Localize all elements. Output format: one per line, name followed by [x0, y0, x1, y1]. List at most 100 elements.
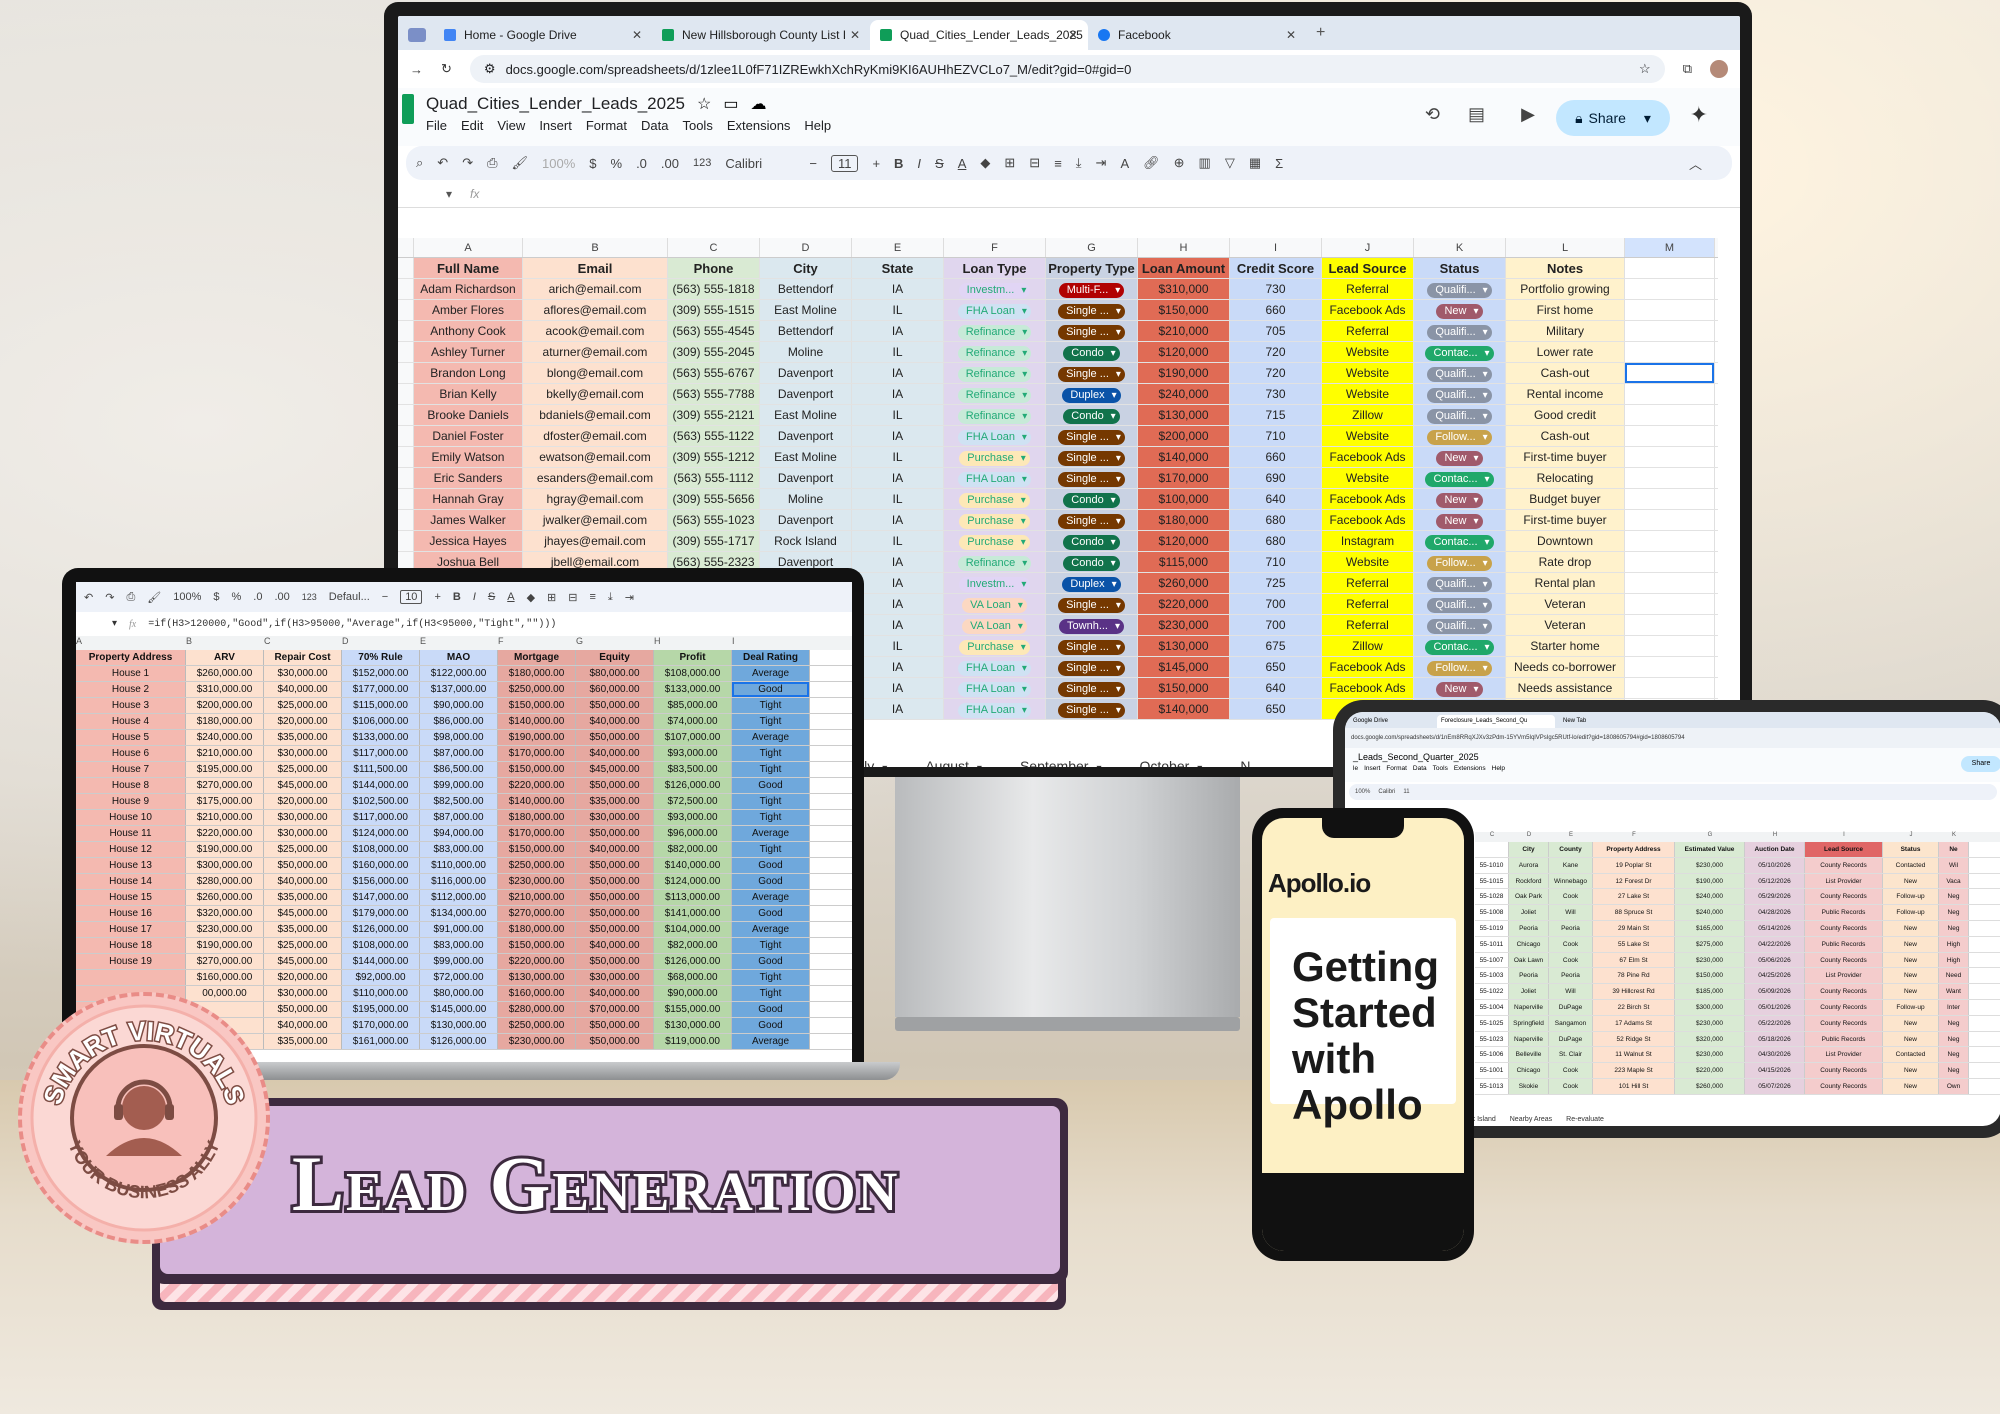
cell[interactable]: Investm... — [944, 573, 1046, 593]
cell[interactable]: $133,000.00 — [654, 682, 732, 697]
cell[interactable]: $155,000.00 — [654, 1002, 732, 1017]
menu-format[interactable]: Format — [586, 118, 627, 133]
cell[interactable]: Kane — [1549, 857, 1593, 873]
cell[interactable]: Good — [732, 682, 810, 697]
cell[interactable]: $150,000 — [1138, 300, 1230, 320]
status-chip[interactable]: New — [1436, 451, 1483, 466]
cell[interactable]: 55-1001 — [1475, 1063, 1509, 1078]
cell[interactable]: Tight — [732, 986, 810, 1001]
column-letter[interactable]: E — [1549, 832, 1593, 842]
font-size-decrease-icon[interactable]: − — [382, 591, 388, 603]
zoom-select[interactable]: 100% — [1355, 789, 1370, 795]
text-wrap-icon[interactable]: ⇥ — [1096, 155, 1107, 171]
cell[interactable]: 720 — [1230, 342, 1322, 362]
cell[interactable]: Bettendorf — [760, 321, 852, 341]
property-type-chip[interactable]: Condo — [1063, 409, 1120, 424]
cell[interactable]: Refinance — [944, 321, 1046, 341]
column-letter[interactable]: A — [76, 636, 186, 650]
cell[interactable]: New — [1414, 300, 1506, 320]
cell[interactable]: Condo — [1046, 342, 1138, 362]
cell[interactable]: Condo — [1046, 489, 1138, 509]
column-header[interactable]: 70% Rule — [342, 650, 420, 665]
cell[interactable]: $25,000.00 — [264, 842, 342, 857]
loan-type-chip[interactable]: Refinance — [957, 409, 1032, 424]
history-icon[interactable]: ⟲ — [1425, 104, 1440, 125]
cell[interactable]: Peoria — [1549, 920, 1593, 936]
cell[interactable]: $20,000.00 — [264, 970, 342, 985]
cell[interactable]: $160,000.00 — [186, 970, 264, 985]
cell[interactable]: East Moline — [760, 300, 852, 320]
column-letter[interactable]: C — [1475, 832, 1509, 842]
cell[interactable]: Anthony Cook — [414, 321, 523, 341]
cell[interactable]: Good — [732, 778, 810, 793]
menu-edit[interactable]: Edit — [461, 118, 483, 133]
cell[interactable]: IA — [852, 363, 944, 383]
menu-item[interactable]: Extensions — [1454, 765, 1486, 772]
column-letter[interactable]: J — [1883, 832, 1939, 842]
cell[interactable]: 04/22/2026 — [1745, 936, 1805, 952]
share-button[interactable]: 🔒︎ Share ▾ — [1556, 100, 1670, 136]
cell[interactable]: $30,000.00 — [264, 666, 342, 681]
cell[interactable]: Rental income — [1506, 384, 1625, 404]
cell[interactable]: $130,000.00 — [498, 970, 576, 985]
cell[interactable]: $82,000.00 — [654, 938, 732, 953]
cell[interactable]: 78 Pine Rd — [1593, 968, 1675, 984]
cell[interactable]: Good — [732, 1018, 810, 1033]
cell[interactable]: Cook — [1549, 1063, 1593, 1078]
cell[interactable] — [1625, 384, 1715, 404]
cell[interactable]: Davenport — [760, 363, 852, 383]
cell[interactable]: Website — [1322, 363, 1414, 383]
cell[interactable]: 05/10/2026 — [1745, 857, 1805, 873]
cell[interactable]: $117,000.00 — [342, 810, 420, 825]
cell[interactable]: List Provider — [1805, 968, 1883, 984]
document-title[interactable]: _Leads_Second_Quarter_2025 — [1353, 752, 1993, 762]
cell[interactable] — [1625, 657, 1715, 677]
cell[interactable]: $130,000 — [1138, 636, 1230, 656]
cell[interactable]: New — [1883, 936, 1939, 952]
fill-color-icon[interactable]: ◆ — [527, 591, 535, 604]
column-letter[interactable]: H — [654, 636, 732, 650]
cell[interactable] — [1625, 300, 1715, 320]
cell[interactable]: Qualifi... — [1414, 405, 1506, 425]
cell[interactable]: Facebook Ads — [1322, 510, 1414, 530]
cell[interactable]: Need — [1939, 968, 1969, 984]
reload-icon[interactable]: ↻ — [441, 61, 452, 77]
cell[interactable]: $30,000.00 — [264, 986, 342, 1001]
filter-views-icon[interactable]: ▦ — [1249, 155, 1261, 171]
share-button[interactable]: Share — [1961, 756, 2000, 772]
cell[interactable]: $116,000.00 — [420, 874, 498, 889]
cell[interactable] — [1625, 363, 1715, 383]
cell[interactable]: $40,000.00 — [264, 682, 342, 697]
cell[interactable]: Good credit — [1506, 405, 1625, 425]
column-header[interactable]: City — [760, 258, 852, 278]
cell[interactable]: $240,000.00 — [186, 730, 264, 745]
strikethrough-icon[interactable]: S — [488, 591, 495, 603]
cell[interactable]: IL — [852, 405, 944, 425]
align-icon[interactable]: ≡ — [1054, 156, 1062, 171]
cell[interactable]: $230,000 — [1675, 1015, 1745, 1031]
cell[interactable]: Multi-F... — [1046, 279, 1138, 299]
menu-item[interactable]: Format — [1386, 765, 1407, 772]
cell[interactable]: (563) 555-1122 — [668, 426, 760, 446]
font-size-increase-icon[interactable]: + — [434, 591, 440, 603]
cell[interactable]: Contac... — [1414, 468, 1506, 488]
cell[interactable]: $85,000.00 — [654, 698, 732, 713]
property-type-chip[interactable]: Single ... — [1058, 451, 1125, 466]
cell[interactable]: Cash-out — [1506, 363, 1625, 383]
chevron-down-icon[interactable]: ▾ — [1197, 763, 1202, 767]
cell[interactable]: ewatson@email.com — [523, 447, 668, 467]
cell[interactable]: County Records — [1805, 857, 1883, 873]
cell[interactable]: First-time buyer — [1506, 447, 1625, 467]
cell[interactable]: Good — [732, 1002, 810, 1017]
cell[interactable]: $140,000 — [1138, 447, 1230, 467]
cell[interactable]: $240,000 — [1675, 905, 1745, 920]
cell[interactable]: Contacted — [1883, 1047, 1939, 1063]
cell[interactable]: $161,000.00 — [342, 1034, 420, 1049]
cell[interactable]: Condo — [1046, 405, 1138, 425]
cell[interactable]: New — [1883, 873, 1939, 889]
cell[interactable]: 05/07/2026 — [1745, 1078, 1805, 1094]
cell[interactable]: Tight — [732, 938, 810, 953]
formula-text[interactable]: =if(H3>120000,"Good",if(H3>95000,"Averag… — [148, 619, 556, 630]
column-header[interactable]: Phone — [668, 258, 760, 278]
cell[interactable]: Emily Watson — [414, 447, 523, 467]
